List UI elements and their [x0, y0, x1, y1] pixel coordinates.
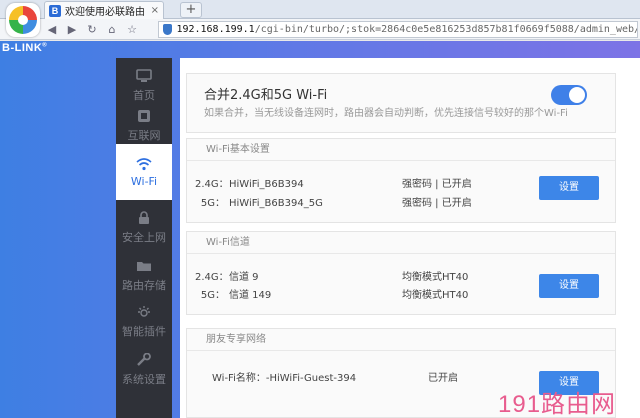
wrench-icon	[137, 352, 151, 366]
sidebar-item-security[interactable]: 安全上网	[116, 200, 172, 255]
browser-logo-icon[interactable]	[6, 3, 40, 37]
browser-tab-bar: B 欢迎使用必联路由 × +	[0, 0, 640, 37]
wifi-basic-row-24g: 2.4G：HiWiFi_B6B394	[195, 175, 304, 190]
guest-name-row: Wi-Fi名称：-HiWiFi-Guest-394	[212, 369, 356, 384]
channel-value: 信道 9	[229, 272, 259, 283]
sidebar-item-label: 路由存储	[122, 278, 166, 292]
wifi-channel-header: Wi-Fi信道	[187, 232, 615, 254]
channel-value: 信道 149	[229, 290, 272, 301]
address-bar[interactable]: 192.168.199.1/cgi-bin/turbo/;stok=2864c0…	[158, 21, 638, 38]
merge-toggle[interactable]	[551, 85, 587, 105]
band-label: 2.4G：	[195, 179, 229, 190]
ssid-value: HiWiFi_B6B394	[229, 179, 304, 190]
home-icon[interactable]: ⌂	[104, 22, 120, 37]
new-tab-button[interactable]: +	[180, 2, 202, 18]
guest-name-value: -HiWiFi-Guest-394	[265, 373, 357, 384]
wifi-channel-mode-24g: 均衡模式HT40	[402, 272, 469, 283]
url-text: 192.168.199.1/cgi-bin/turbo/;stok=2864c0…	[176, 24, 637, 35]
tab-close-icon[interactable]: ×	[151, 5, 163, 16]
blink-favicon-icon: B	[49, 4, 61, 17]
wifi-basic-card: Wi-Fi基本设置 2.4G：HiWiFi_B6B394 强密码 | 已开启 5…	[186, 138, 616, 223]
browser-nav-bar: ◀ ▶ ↻ ⌂ ☆ 192.168.199.1/cgi-bin/turbo/;s…	[0, 19, 640, 40]
sidebar-item-label: Wi-Fi	[130, 174, 158, 188]
wifi-channel-row-24g: 2.4G：信道 9	[195, 268, 259, 283]
lock-icon	[139, 210, 149, 224]
merge-title: 合并2.4G和5G Wi-Fi	[204, 88, 328, 103]
wifi-basic-status-5g: 强密码 | 已开启	[402, 198, 472, 209]
monitor-icon	[136, 68, 152, 82]
sidebar-item-system[interactable]: 系统设置	[116, 342, 172, 397]
wifi-icon	[136, 157, 152, 170]
sidebar-item-wifi[interactable]: Wi-Fi	[116, 144, 172, 200]
sidebar-item-label: 系统设置	[122, 372, 166, 386]
browser-tab[interactable]: B 欢迎使用必联路由 ×	[44, 1, 164, 19]
band-label: 5G：	[200, 290, 225, 301]
router-admin-page: B-LINK® 首页 互联网 Wi-Fi 安全上网 路由存储 智能插件 系统设置	[0, 41, 640, 418]
toggle-knob	[569, 87, 585, 103]
wifi-basic-settings-button[interactable]: 设置	[539, 176, 599, 200]
band-label: 2.4G：	[195, 272, 229, 283]
guest-network-header: 朋友专享网络	[187, 329, 615, 351]
main-content: 合并2.4G和5G Wi-Fi 如果合并，当无线设备连网时，路由器会自动判断，优…	[180, 58, 640, 418]
star-icon[interactable]: ☆	[124, 22, 140, 37]
blink-logo: B-LINK®	[2, 42, 48, 54]
wifi-basic-header: Wi-Fi基本设置	[187, 139, 615, 161]
back-icon[interactable]: ◀	[44, 22, 60, 37]
band-label: 5G：	[200, 198, 225, 209]
ssid-value: HiWiFi_B6B394_5G	[229, 198, 323, 209]
wifi-channel-settings-button[interactable]: 设置	[539, 274, 599, 298]
sidebar-item-label: 互联网	[127, 128, 161, 142]
sidebar-item-plugins[interactable]: 智能插件	[116, 294, 172, 349]
guest-name-label: Wi-Fi名称：	[212, 373, 266, 384]
merge-description: 如果合并，当无线设备连网时，路由器会自动判断，优先连接信号较好的那个Wi-Fi	[204, 108, 568, 119]
sun-icon	[138, 305, 150, 317]
wifi-basic-row-5g: 5G： HiWiFi_B6B394_5G	[195, 194, 323, 209]
guest-status: 已开启	[428, 373, 458, 384]
merge-wifi-card: 合并2.4G和5G Wi-Fi 如果合并，当无线设备连网时，路由器会自动判断，优…	[186, 73, 616, 133]
sidebar-item-label: 安全上网	[122, 230, 166, 244]
wifi-basic-status-24g: 强密码 | 已开启	[402, 179, 472, 190]
forward-icon[interactable]: ▶	[64, 22, 80, 37]
folder-icon	[137, 261, 151, 271]
sidebar-nav: 首页 互联网 Wi-Fi 安全上网 路由存储 智能插件 系统设置	[116, 58, 172, 418]
sidebar-item-label: 智能插件	[122, 324, 166, 338]
security-shield-icon	[163, 24, 173, 35]
wifi-channel-card: Wi-Fi信道 2.4G：信道 9 均衡模式HT40 5G： 信道 149 均衡模…	[186, 231, 616, 315]
refresh-icon[interactable]: ↻	[84, 22, 100, 37]
tab-title: 欢迎使用必联路由	[65, 7, 145, 18]
wifi-channel-mode-5g: 均衡模式HT40	[402, 290, 469, 301]
globe-icon	[138, 109, 150, 122]
watermark-text: 191路由网	[498, 391, 617, 418]
wifi-channel-row-5g: 5G： 信道 149	[195, 286, 271, 301]
